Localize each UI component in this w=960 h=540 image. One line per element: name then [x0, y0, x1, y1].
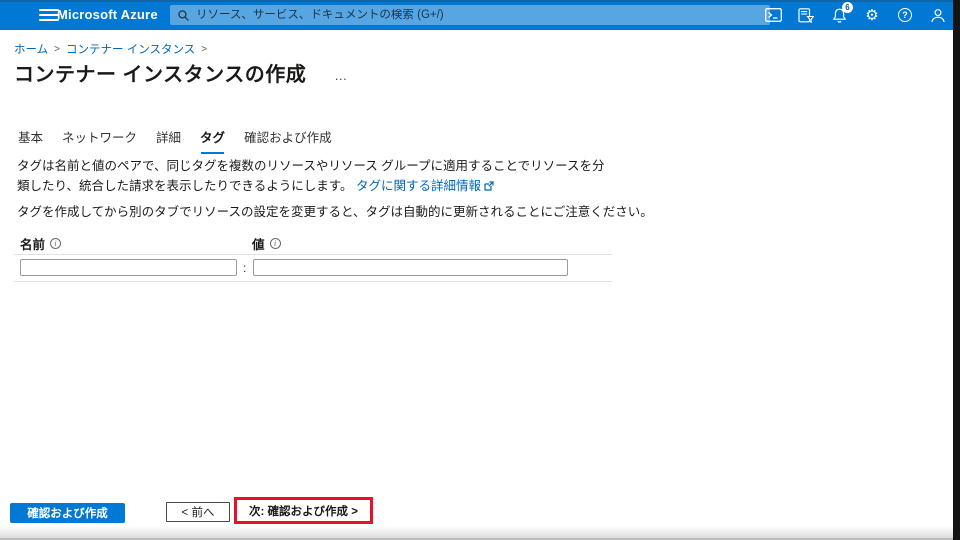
top-bar: Microsoft Azure リソース、サービス、ドキュメントの検索 (G+/…: [0, 0, 953, 30]
breadcrumb-home-link[interactable]: ホーム: [14, 41, 48, 57]
tags-note: タグを作成してから別のタブでリソースの設定を変更すると、タグは自動的に更新される…: [17, 205, 653, 219]
account-person-icon[interactable]: [929, 6, 947, 24]
topbar-icon-group: 6 ⚙ ?: [764, 0, 949, 30]
tab-basics[interactable]: 基本: [18, 127, 43, 154]
value-column-label: 値 i: [252, 234, 281, 253]
tab-review-create[interactable]: 確認および作成: [244, 127, 332, 154]
external-link-icon: [484, 177, 494, 197]
info-icon: i: [50, 238, 62, 249]
settings-gear-icon[interactable]: ⚙: [863, 6, 881, 24]
learn-more-link[interactable]: タグに関する詳細情報: [356, 179, 481, 193]
review-create-button[interactable]: 確認および作成: [10, 503, 125, 523]
cloud-shell-icon[interactable]: [764, 6, 782, 24]
global-search[interactable]: [170, 5, 770, 25]
search-input[interactable]: [196, 9, 762, 21]
name-column-label: 名前 i: [20, 234, 62, 253]
form-divider-bottom: [14, 281, 612, 282]
notification-count-badge: 6: [842, 2, 853, 13]
search-icon: [178, 9, 189, 21]
tab-advanced[interactable]: 詳細: [156, 127, 181, 154]
right-edge: [953, 0, 960, 540]
breadcrumb: ホーム > コンテナー インスタンス >: [14, 41, 207, 57]
annotation-highlight-box: 次: 確認および作成 >: [234, 497, 373, 524]
tags-description: タグは名前と値のペアで、同じタグを複数のリソースやリソース グループに適用するこ…: [17, 156, 615, 197]
title-ellipsis-menu-icon[interactable]: …: [334, 63, 348, 82]
help-icon[interactable]: ?: [896, 6, 914, 24]
tab-tags[interactable]: タグ: [200, 127, 225, 154]
breadcrumb-container-instances-link[interactable]: コンテナー インスタンス: [66, 41, 195, 57]
breadcrumb-separator: >: [201, 43, 208, 55]
azure-portal-window: Microsoft Azure リソース、サービス、ドキュメントの検索 (G+/…: [0, 0, 960, 540]
wizard-tabs: 基本 ネットワーク 詳細 タグ 確認および作成: [18, 127, 332, 154]
previous-button[interactable]: < 前へ: [166, 502, 230, 522]
form-divider-top: [14, 254, 612, 255]
directory-filter-icon[interactable]: [797, 6, 815, 24]
bottom-edge: [0, 526, 953, 540]
notifications-bell-icon[interactable]: 6: [830, 2, 853, 24]
tab-networking[interactable]: ネットワーク: [62, 127, 137, 154]
next-review-create-button[interactable]: 次: 確認および作成 >: [237, 500, 370, 521]
name-value-separator: :: [243, 261, 247, 275]
tag-value-input[interactable]: [253, 259, 568, 276]
tag-name-input[interactable]: [20, 259, 237, 276]
breadcrumb-separator: >: [54, 43, 60, 55]
info-icon: i: [269, 238, 281, 249]
page-title: コンテナー インスタンスの作成: [14, 64, 307, 86]
tags-description-text: タグは名前と値のペアで、同じタグを複数のリソースやリソース グループに適用するこ…: [17, 159, 605, 193]
brand-logo[interactable]: Microsoft Azure: [57, 7, 158, 22]
